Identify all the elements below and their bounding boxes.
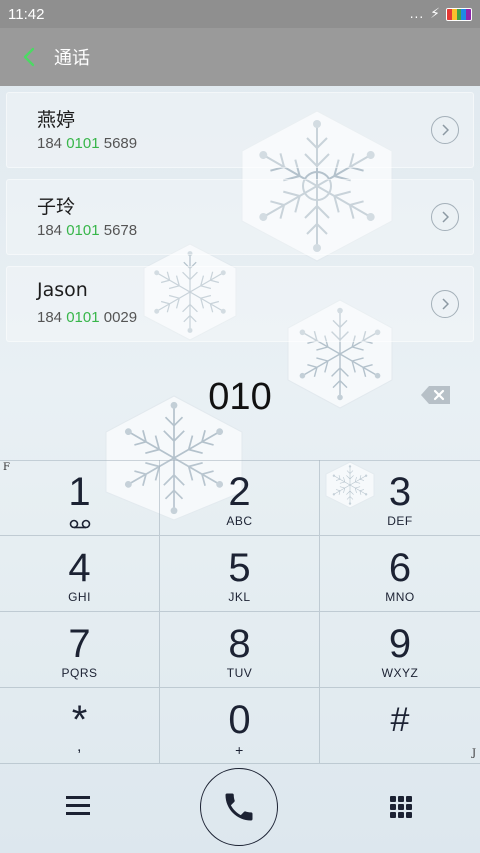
key-letters: +: [235, 742, 244, 758]
dialpad-icon: [398, 812, 404, 818]
page-title: 通话: [54, 48, 90, 69]
phone-icon: [225, 793, 253, 821]
menu-icon: [66, 796, 90, 799]
number-prefix: 184: [37, 309, 67, 326]
key-star[interactable]: * ,: [0, 688, 160, 764]
key-8[interactable]: 8 TUV: [160, 612, 320, 688]
app-header: 通话: [0, 28, 480, 86]
backspace-button[interactable]: [420, 384, 452, 406]
key-letters: MNO: [385, 590, 415, 604]
key-digit: 6: [388, 546, 412, 590]
key-9[interactable]: 9 WXYZ: [320, 612, 480, 688]
contact-detail-button[interactable]: [431, 116, 459, 144]
key-digit: 8: [228, 622, 251, 666]
contact-detail-button[interactable]: [431, 290, 459, 318]
key-letters: ,: [77, 738, 82, 755]
contact-detail-button[interactable]: [431, 203, 459, 231]
key-digit: 0: [228, 698, 251, 742]
dialpad-icon: [406, 812, 412, 818]
chevron-right-icon: [442, 211, 449, 223]
charging-bolt-icon: ⚡: [430, 6, 440, 22]
key-6[interactable]: 6 MNO: [320, 536, 480, 612]
key-digit: 5: [228, 546, 251, 590]
key-0[interactable]: 0 +: [160, 688, 320, 764]
dialpad-icon: [406, 804, 412, 810]
dialpad: 1 2 ABC 3 DEF 4 GHI 5 JKL 6 MNO 7 PQRS 8…: [0, 460, 480, 764]
number-suffix: 5689: [99, 135, 138, 152]
key-hash[interactable]: #: [320, 688, 480, 764]
menu-icon: [66, 812, 90, 815]
key-digit: 9: [388, 622, 412, 666]
key-digit: #: [390, 701, 410, 739]
dialed-number-display: 010: [208, 376, 272, 418]
dialpad-icon: [406, 796, 412, 802]
contact-number: 184 0101 0029: [37, 309, 137, 326]
dialpad-icon: [398, 804, 404, 810]
status-icons: ... ⚡: [410, 6, 472, 22]
notification-dots: ...: [409, 7, 425, 21]
key-letters: WXYZ: [381, 666, 419, 680]
key-letters: DEF: [387, 514, 413, 528]
contact-item[interactable]: Jason 184 0101 0029: [6, 266, 474, 342]
menu-icon: [66, 804, 90, 807]
key-letters: ABC: [226, 514, 253, 528]
number-prefix: 184: [37, 222, 67, 239]
dialpad-icon: [390, 804, 396, 810]
key-digit: *: [71, 698, 88, 742]
key-digit: 2: [228, 470, 251, 514]
number-match: 0101: [66, 309, 100, 326]
contact-item[interactable]: 子玲 184 0101 5678: [6, 179, 474, 255]
key-1[interactable]: 1: [0, 460, 160, 536]
backspace-icon: [421, 386, 450, 404]
dialpad-toggle-button[interactable]: [390, 796, 412, 818]
number-match: 0101: [66, 222, 100, 239]
key-letters: GHI: [68, 590, 91, 604]
key-digit: 7: [68, 622, 91, 666]
call-button[interactable]: [200, 768, 278, 846]
key-letters: TUV: [226, 666, 253, 680]
key-5[interactable]: 5 JKL: [160, 536, 320, 612]
menu-button[interactable]: [66, 796, 90, 816]
contact-item[interactable]: 燕婷 184 0101 5689: [6, 92, 474, 168]
key-2[interactable]: 2 ABC: [160, 460, 320, 536]
contact-name: 子玲: [37, 196, 76, 218]
chevron-right-icon: [442, 298, 449, 310]
number-suffix: 0029: [99, 309, 138, 326]
dialpad-icon: [390, 812, 396, 818]
number-prefix: 184: [37, 135, 67, 152]
key-3[interactable]: 3 DEF: [320, 460, 480, 536]
key-letters: PQRS: [61, 666, 98, 680]
dialpad-icon: [390, 796, 396, 802]
status-time: 11:42: [8, 5, 45, 23]
status-bar: 11:42 ... ⚡: [0, 0, 480, 28]
contact-suggestions: 燕婷 184 0101 5689 子玲 184 0101 5678 Jason …: [6, 92, 474, 353]
contact-name: 燕婷: [37, 109, 76, 131]
key-letters: JKL: [228, 590, 251, 604]
bottom-bar: [0, 764, 480, 853]
key-7[interactable]: 7 PQRS: [0, 612, 160, 688]
voicemail-icon: [0, 514, 159, 533]
key-4[interactable]: 4 GHI: [0, 536, 160, 612]
dialpad-icon: [398, 796, 404, 802]
chevron-right-icon: [442, 124, 449, 136]
battery-icon: [446, 7, 472, 21]
contact-name: Jason: [37, 279, 88, 301]
contact-number: 184 0101 5689: [37, 135, 137, 152]
key-digit: 4: [68, 546, 91, 590]
key-digit: 1: [68, 470, 91, 514]
contact-number: 184 0101 5678: [37, 222, 137, 239]
back-button[interactable]: [18, 46, 40, 68]
key-digit: 3: [388, 470, 412, 514]
chevron-left-icon: [23, 47, 35, 67]
number-match: 0101: [66, 135, 100, 152]
number-suffix: 5678: [99, 222, 138, 239]
